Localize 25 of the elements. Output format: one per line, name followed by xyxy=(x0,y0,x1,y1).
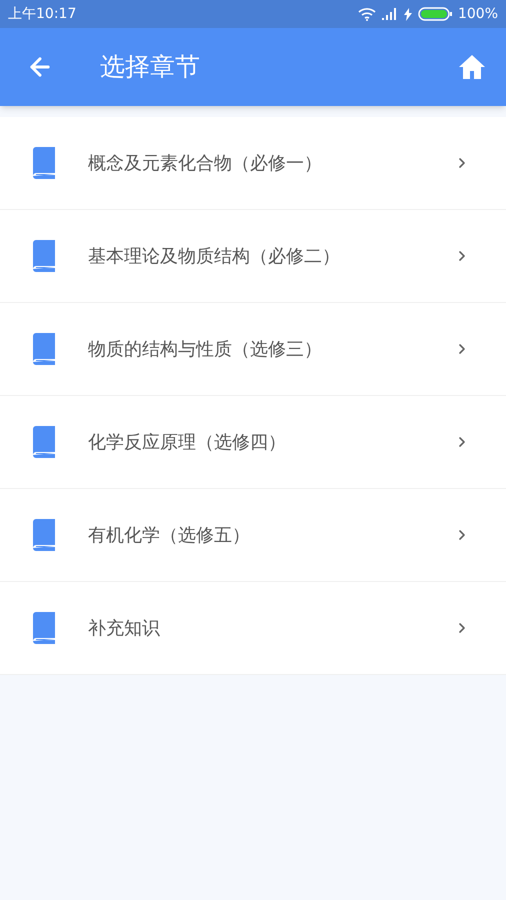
signal-icon xyxy=(382,8,398,20)
chapter-label: 概念及元素化合物（必修一） xyxy=(88,152,323,176)
charging-icon xyxy=(404,8,412,20)
chapter-label: 化学反应原理（选修四） xyxy=(88,430,287,454)
chapter-item[interactable]: 物质的结构与性质（选修三） xyxy=(0,303,506,396)
chapter-item[interactable]: 基本理论及物质结构（必修二） xyxy=(0,210,506,303)
book-icon xyxy=(31,147,57,179)
book-icon xyxy=(31,612,57,644)
book-icon xyxy=(31,519,57,551)
wifi-icon xyxy=(358,7,376,21)
page-title: 选择章节 xyxy=(100,51,201,84)
chapter-item[interactable]: 概念及元素化合物（必修一） xyxy=(0,117,506,210)
chapter-item[interactable]: 化学反应原理（选修四） xyxy=(0,396,506,489)
chapter-label: 基本理论及物质结构（必修二） xyxy=(88,244,341,268)
chapter-label: 有机化学（选修五） xyxy=(88,524,251,548)
chapter-label: 物质的结构与性质（选修三） xyxy=(88,338,323,362)
book-icon xyxy=(31,426,57,458)
status-time: 上午10:17 xyxy=(8,4,76,24)
book-icon xyxy=(31,240,57,272)
chapter-item[interactable]: 补充知识 xyxy=(0,582,506,675)
chapter-item[interactable]: 有机化学（选修五） xyxy=(0,489,506,582)
book-icon xyxy=(31,333,57,365)
battery-percent: 100% xyxy=(458,4,498,24)
battery-icon xyxy=(418,7,452,21)
chapter-label: 补充知识 xyxy=(88,616,161,640)
